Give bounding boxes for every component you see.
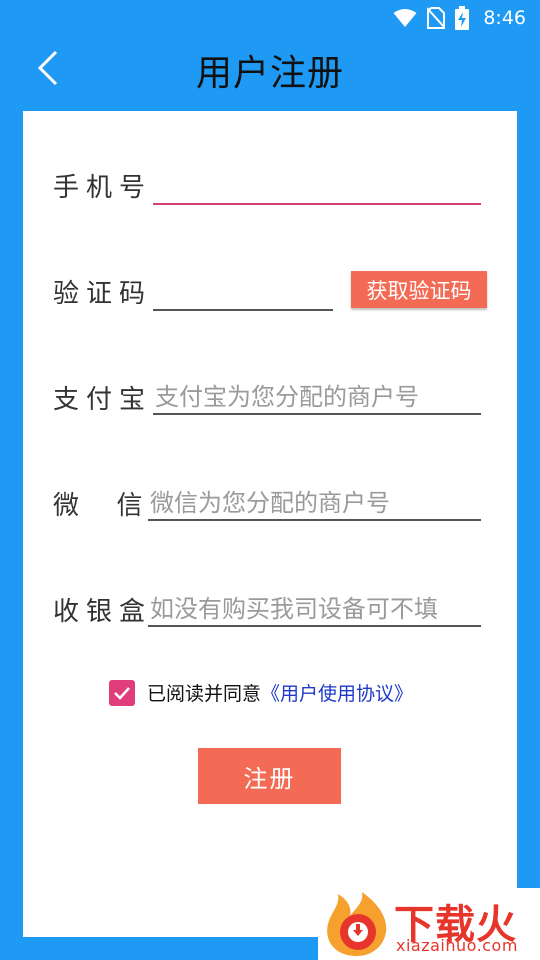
watermark: 下载火 xiazaihuo.com <box>318 888 540 960</box>
status-time: 8:46 <box>483 7 526 29</box>
agreement-row: 已阅读并同意《用户使用协议》 <box>109 679 413 706</box>
phone-input[interactable] <box>153 173 481 205</box>
status-bar: 8:46 <box>0 0 540 36</box>
registration-card: 手机号 验证码 获取验证码 支付宝 微 信 收银盒 已阅读并同意《用户使用协议》… <box>23 111 517 937</box>
watermark-url: xiazaihuo.com <box>396 936 518 955</box>
wifi-icon <box>393 9 417 27</box>
cashbox-label: 收银盒 <box>53 597 153 627</box>
wechat-label: 微 信 <box>53 491 150 521</box>
alipay-label: 支付宝 <box>53 385 153 415</box>
alipay-merchant-input[interactable] <box>153 383 481 415</box>
get-code-button[interactable]: 获取验证码 <box>351 271 487 308</box>
phone-label: 手机号 <box>53 173 153 203</box>
code-input[interactable] <box>153 279 333 311</box>
no-sim-icon <box>427 7 446 29</box>
checkmark-icon <box>114 686 130 700</box>
wechat-merchant-input[interactable] <box>148 489 481 521</box>
agree-checkbox[interactable] <box>109 679 135 706</box>
battery-charging-icon <box>455 6 470 30</box>
page-title: 用户注册 <box>195 53 344 94</box>
flame-logo-icon <box>327 892 387 956</box>
code-label: 验证码 <box>53 279 153 309</box>
cashbox-input[interactable] <box>148 595 481 627</box>
user-agreement-link[interactable]: 《用户使用协议》 <box>261 683 413 705</box>
status-icons: 8:46 <box>393 6 526 30</box>
register-button[interactable]: 注册 <box>198 748 341 804</box>
agree-text: 已阅读并同意 <box>147 683 262 705</box>
